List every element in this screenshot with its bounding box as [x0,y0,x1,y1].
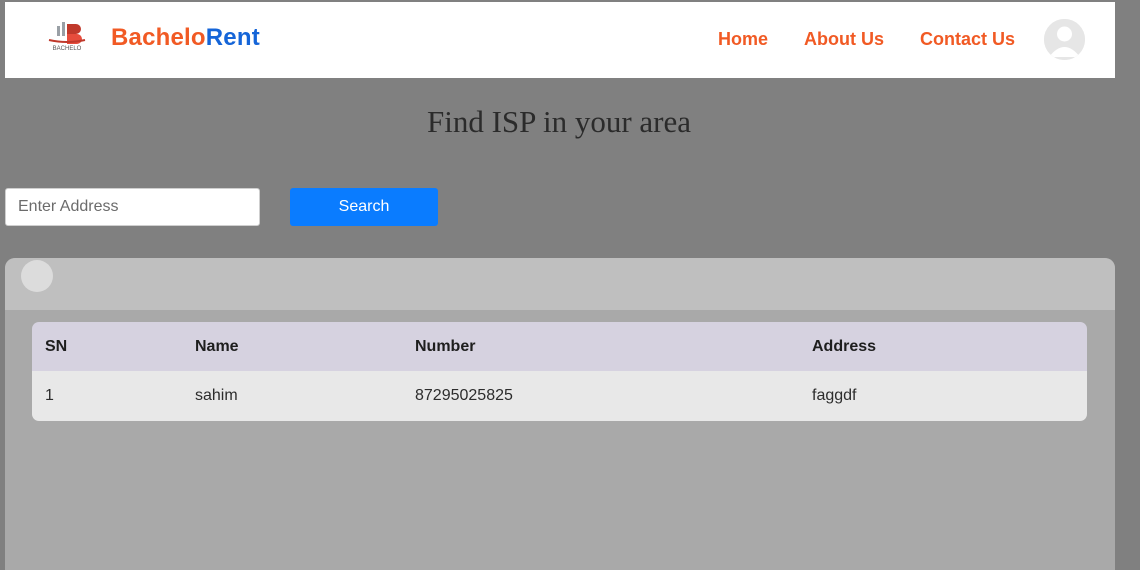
bachelo-logo-icon[interactable]: BACHELO [37,20,97,58]
column-header-address: Address [812,337,877,355]
nav-about-us-link[interactable]: About Us [804,29,884,50]
cell-number: 87295025825 [415,387,513,404]
brand-name-part2: Rent [205,24,260,51]
results-panel: SN Name Number Address 1 sahim 872950258… [5,258,1115,578]
brand-name-part1: Bachelo [111,24,206,51]
user-avatar-icon[interactable] [1044,19,1085,60]
results-panel-header [5,258,1115,310]
address-search-input[interactable] [5,188,260,226]
svg-text:BACHELO: BACHELO [53,46,82,52]
cell-name: sahim [195,387,238,404]
search-button[interactable]: Search [290,188,438,226]
panel-circle-icon [21,260,53,292]
isp-table-body: 1 sahim 87295025825 faggdf [32,371,1087,421]
page-title: Find ISP in your area [426,104,692,139]
nav-contact-us-link[interactable]: Contact Us [920,29,1015,50]
brand-name[interactable]: BacheloRent [111,24,260,52]
column-header-number: Number [415,337,476,355]
nav-links: Home About Us Contact Us [718,29,1015,50]
table-header-row: SN Name Number Address [32,322,1087,371]
table-row[interactable]: 1 sahim 87295025825 faggdf [32,371,1087,421]
navbar: BACHELO BacheloRent Home About Us Contac… [5,2,1115,78]
bottom-strip [0,570,1140,578]
nav-home-link[interactable]: Home [718,29,768,50]
cell-address: faggdf [812,387,857,404]
column-header-name: Name [195,337,239,355]
cell-sn: 1 [45,387,54,404]
isp-table: SN Name Number Address 1 sahim 872950258… [32,322,1087,421]
isp-table-container: SN Name Number Address 1 sahim 872950258… [32,322,1087,421]
column-header-sn: SN [45,337,68,355]
isp-table-header: SN Name Number Address [32,322,1087,371]
